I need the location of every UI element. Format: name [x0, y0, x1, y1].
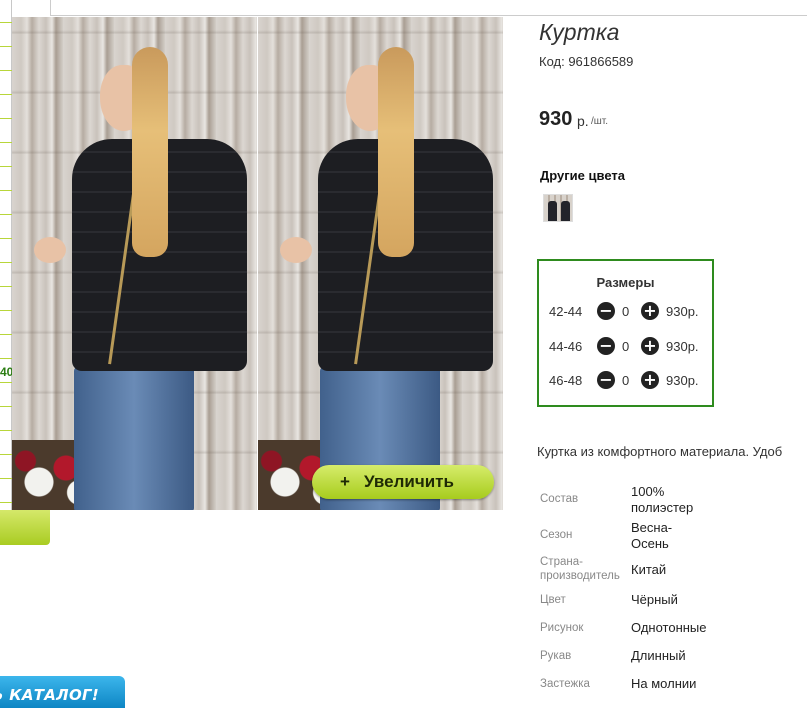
spec-key: Сезон — [540, 529, 573, 541]
product-image[interactable] — [12, 17, 503, 510]
spec-value: Однотонные — [631, 620, 707, 635]
sidebar-tick — [0, 22, 12, 23]
product-description: Куртка из комфортного материала. Удоб — [537, 444, 783, 459]
product-title: Куртка — [539, 19, 620, 45]
sidebar-tick — [0, 262, 12, 263]
minus-circle-icon[interactable]: − — [597, 337, 615, 355]
model-hand — [34, 237, 66, 263]
spec-value: Длинный — [631, 648, 686, 663]
spec-key: Застежка — [540, 678, 590, 690]
sidebar-tick — [0, 166, 12, 167]
plus-circle-icon[interactable]: + — [641, 371, 659, 389]
model-hand — [280, 237, 312, 263]
model-jeans — [74, 367, 194, 510]
sidebar-green-button[interactable] — [0, 510, 50, 545]
sidebar-tick — [0, 190, 12, 191]
sidebar-tick — [0, 502, 12, 503]
sidebar-tick — [0, 118, 12, 119]
size-label: 46-48 — [549, 373, 583, 388]
spec-key: Страна-производитель — [540, 556, 620, 582]
spec-value: 100% полиэстер — [631, 484, 694, 515]
size-quantity[interactable]: 0 — [622, 373, 629, 388]
sidebar-tick — [0, 382, 12, 383]
sidebar-tick — [0, 478, 12, 479]
size-price: 930р. — [666, 304, 699, 319]
header-divider — [50, 0, 807, 16]
spec-value: Чёрный — [631, 592, 678, 607]
product-photo-left — [12, 17, 257, 510]
size-quantity[interactable]: 0 — [622, 304, 629, 319]
sidebar-tick — [0, 238, 12, 239]
sidebar-tick — [0, 430, 12, 431]
sidebar-tick — [0, 334, 12, 335]
spec-key: Цвет — [540, 594, 566, 606]
model-hair — [378, 47, 414, 257]
sidebar-tick — [0, 406, 12, 407]
sidebar-tick — [0, 358, 12, 359]
product-price: 930 — [539, 108, 573, 130]
spec-key: Рисунок — [540, 622, 584, 634]
sidebar-tick — [0, 454, 12, 455]
plus-circle-icon[interactable]: + — [641, 302, 659, 320]
size-price: 930р. — [666, 373, 699, 388]
sidebar-tick — [0, 310, 12, 311]
catalog-button[interactable]: ТЬ КАТАЛОГ! — [0, 676, 125, 708]
minus-circle-icon[interactable]: − — [597, 371, 615, 389]
catalog-button-label: ТЬ КАТАЛОГ! — [0, 686, 99, 704]
plus-icon: + — [340, 472, 350, 491]
size-label: 44-46 — [549, 339, 583, 354]
plus-circle-icon[interactable]: + — [641, 337, 659, 355]
sizes-panel: Размеры 42-44 − 0 + 930р. 44-46 − 0 + 93… — [537, 259, 714, 407]
sidebar-tick — [0, 94, 12, 95]
spec-key: Рукав — [540, 650, 572, 662]
size-price: 930р. — [666, 339, 699, 354]
product-photo-right — [258, 17, 503, 510]
sidebar-tick — [0, 70, 12, 71]
sidebar-tick — [0, 286, 12, 287]
size-row: 42-44 − 0 + 930р. — [539, 302, 712, 322]
sidebar-tick — [0, 46, 12, 47]
price-unit: /шт. — [591, 116, 609, 127]
model-hair — [132, 47, 168, 257]
size-row: 44-46 − 0 + 930р. — [539, 337, 712, 357]
other-colors-heading: Другие цвета — [540, 168, 625, 183]
size-quantity[interactable]: 0 — [622, 339, 629, 354]
spec-value: Китай — [631, 562, 667, 577]
spec-value: На молнии — [631, 676, 697, 691]
size-label: 42-44 — [549, 304, 583, 319]
product-code: Код: 961866589 — [539, 54, 634, 69]
zoom-button-label: Увеличить — [364, 472, 454, 491]
zoom-button[interactable]: + Увеличить — [312, 465, 494, 499]
size-row: 46-48 − 0 + 930р. — [539, 371, 712, 391]
color-variant-thumbnail[interactable] — [543, 194, 573, 222]
sidebar-tick — [0, 214, 12, 215]
sizes-title: Размеры — [596, 275, 655, 290]
minus-circle-icon[interactable]: − — [597, 302, 615, 320]
left-sidebar-strip — [0, 0, 12, 510]
spec-key: Состав — [540, 493, 579, 505]
sidebar-tick — [0, 142, 12, 143]
price-currency: р. — [577, 113, 589, 129]
spec-value: Весна-Осень — [631, 520, 673, 551]
